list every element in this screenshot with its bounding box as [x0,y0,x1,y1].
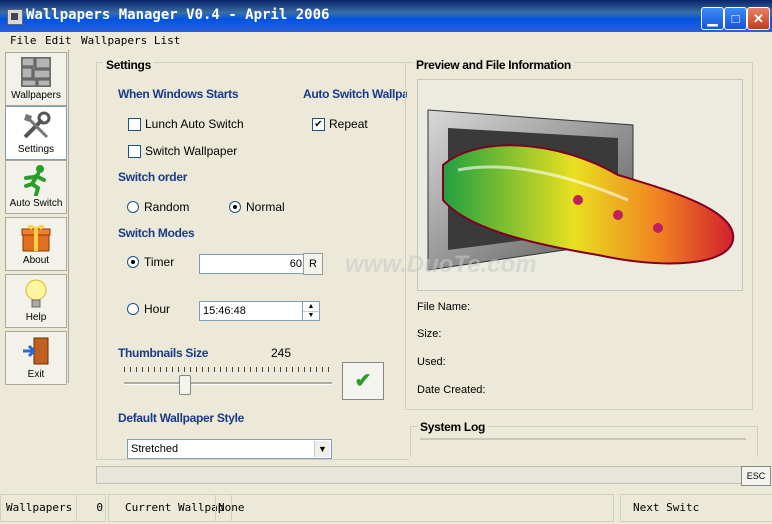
switch-wallpaper-checkbox[interactable] [128,145,141,158]
nav-about[interactable]: About [5,217,67,271]
progress-bar [96,466,742,484]
nav-label: Exit [27,369,45,380]
nav-label: Help [25,312,47,323]
nav-label: Wallpapers [11,90,61,101]
lunch-auto-switch-checkbox[interactable] [128,118,141,131]
random-label: Random [144,200,190,214]
nav-settings[interactable]: Settings [5,106,67,160]
apply-button[interactable]: ✔ [342,362,384,400]
exit-door-icon [23,337,49,365]
system-log-area [420,438,746,440]
esc-button[interactable]: ESC [741,466,771,486]
timer-label: Timer [144,255,175,269]
nav-auto-switch[interactable]: Auto Switch [5,160,67,214]
title-bar: Wallpapers Manager V0.4 - April 2006 ▁ □… [0,0,772,32]
timer-radio[interactable] [127,256,139,268]
wallpaper-style-select[interactable]: Stretched ▼ [127,439,332,459]
menu-bar: File Edit Wallpapers List [0,32,772,50]
nav-exit[interactable]: Exit [5,331,67,385]
hour-spinner[interactable]: ▲ ▼ [302,301,320,321]
slider-track [124,382,332,385]
nav-help[interactable]: Help [5,274,67,328]
status-current-label: Current Wallpap [108,494,232,522]
status-bar: Wallpapers 0 Current Wallpap None Next S… [0,492,772,524]
repeat-checkbox[interactable]: ✔ [312,118,325,131]
chevron-down-icon[interactable]: ▼ [314,441,330,457]
settings-title: Settings [103,58,154,72]
thumbnails-size-value: 245 [271,346,292,360]
close-button[interactable]: ✕ [747,7,770,30]
tools-icon [23,111,51,139]
used-label: Used: [417,356,446,368]
status-current-value: None [215,494,614,522]
status-next-label: Next Switc [620,494,772,522]
timer-unit-button[interactable]: R [303,253,323,275]
hour-label: Hour [144,302,171,316]
nav-label: Auto Switch [9,198,63,209]
nav-panel: Wallpapers Settings Auto Switch About He… [2,50,69,385]
lunch-auto-switch-label: Lunch Auto Switch [145,117,244,131]
default-style-heading: Default Wallpaper Style [118,411,245,425]
status-wallpapers-count: 0 [76,494,106,522]
maximize-button[interactable]: □ [724,7,747,30]
minimize-button[interactable]: ▁ [701,7,724,30]
system-log-title: System Log [417,420,489,434]
menu-edit[interactable]: Edit [45,34,72,47]
size-label: Size: [417,328,442,340]
timer-input[interactable]: 60 [199,254,305,274]
thumbnails-size-heading: Thumbnails Size [118,346,209,360]
running-man-icon [24,165,46,196]
normal-label: Normal [246,200,285,214]
repeat-label: Repeat [329,117,368,131]
switch-order-heading: Switch order [118,170,188,184]
random-radio[interactable] [127,201,139,213]
gift-box-icon [21,224,51,252]
nav-wallpapers[interactable]: Wallpapers [5,52,67,106]
nav-label: Settings [17,144,55,155]
file-name-label: File Name: [417,301,471,313]
switch-wallpaper-label: Switch Wallpaper [145,144,238,158]
auto-switch-wallpaper-heading: Auto Switch Wallpa [303,87,407,101]
when-windows-starts-heading: When Windows Starts [118,87,239,101]
menu-wallpapers-list[interactable]: Wallpapers List [81,34,180,47]
slider-thumb[interactable] [179,375,191,395]
checkmark-icon: ✔ [354,370,372,392]
lightbulb-icon [25,279,47,308]
menu-file[interactable]: File [10,34,37,47]
date-created-label: Date Created: [417,384,486,396]
status-wallpapers-label: Wallpapers [0,494,77,522]
preview-title: Preview and File Information [413,58,574,72]
slider-ticks [124,367,332,372]
wallpapers-icon [21,57,51,87]
normal-radio[interactable] [229,201,241,213]
hour-input[interactable]: 15:46:48 [199,301,306,321]
window-title: Wallpapers Manager V0.4 - April 2006 [26,7,330,23]
thumbnails-size-slider[interactable] [124,367,332,397]
watermark-text: www.DuoTe.com [345,251,537,278]
nav-label: About [22,255,50,266]
hour-radio[interactable] [127,303,139,315]
wallpaper-style-value: Stretched [131,443,179,455]
switch-modes-heading: Switch Modes [118,226,195,240]
app-icon [7,9,23,25]
spin-down-icon[interactable]: ▼ [303,311,319,320]
